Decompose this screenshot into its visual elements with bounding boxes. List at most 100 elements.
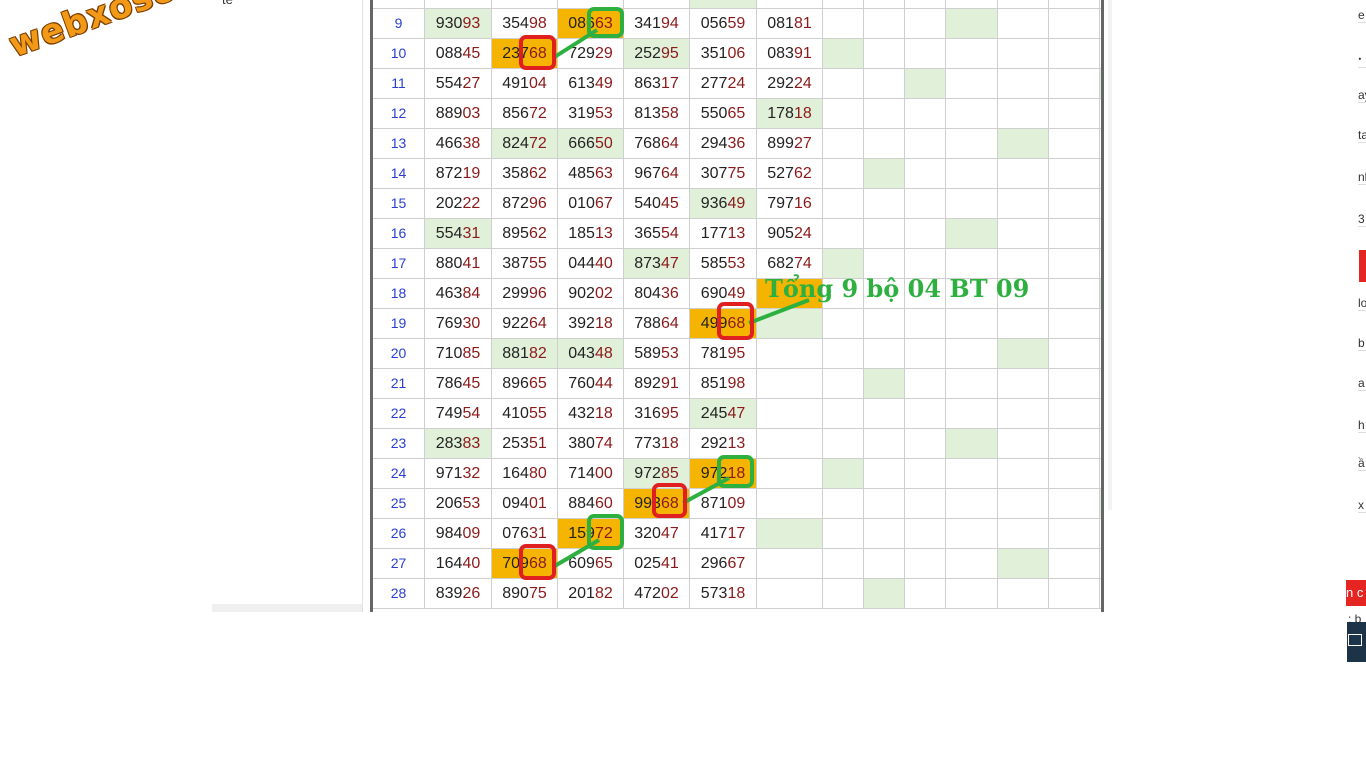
cell-prefix: 292 (700, 435, 728, 452)
result-cell: 72929 (558, 39, 624, 69)
marker-cell (864, 549, 905, 579)
cell-prefix: 872 (435, 165, 463, 182)
cell-tail-digits: 24 (793, 75, 812, 92)
red-tab[interactable] (1359, 250, 1366, 282)
cell-tail-digits: 68 (528, 45, 547, 62)
cell-prefix: 485 (568, 165, 595, 182)
sidebar-fragment[interactable]: ta (1358, 128, 1366, 143)
left-side-panel: té (212, 0, 363, 612)
sidebar-fragment[interactable]: nh (1358, 170, 1366, 185)
cell-prefix: 863 (634, 75, 661, 92)
row-index: 18 (373, 279, 425, 309)
sidebar-fragment[interactable]: 3 (1358, 212, 1366, 227)
cell-prefix: 984 (435, 525, 463, 542)
marker-cell (946, 69, 998, 99)
marker-cell (998, 0, 1049, 9)
row-index: 28 (373, 579, 425, 609)
marker-cell (998, 369, 1049, 399)
marker-cell (998, 189, 1049, 219)
result-cell: 87109 (690, 489, 757, 519)
result-cell (492, 0, 558, 9)
cell-prefix: 813 (634, 105, 661, 122)
cell-prefix: 589 (634, 345, 661, 362)
marker-cell (905, 9, 946, 39)
cell-prefix: 899 (767, 135, 794, 152)
row-index: 24 (373, 459, 425, 489)
cell-tail-digits: 38 (462, 135, 481, 152)
result-cell: 58953 (624, 339, 690, 369)
cell-tail-digits: 02 (660, 585, 679, 602)
marker-cell (998, 219, 1049, 249)
cell-prefix: 839 (435, 585, 463, 602)
cell-tail-digits: 72 (528, 135, 547, 152)
cell-tail-digits: 44 (594, 375, 613, 392)
result-cell: 88460 (558, 489, 624, 519)
marker-cell (1049, 0, 1100, 9)
cell-tail-digits: 45 (660, 195, 679, 212)
sidebar-fragment[interactable]: a (1358, 376, 1366, 391)
screen-share-button[interactable] (1347, 622, 1366, 662)
cell-tail-digits: 82 (528, 345, 547, 362)
marker-cell (905, 69, 946, 99)
marker-cell (1100, 129, 1101, 159)
result-cell: 46638 (425, 129, 492, 159)
cell-tail-digits: 06 (727, 45, 746, 62)
sidebar-fragment[interactable]: h (1358, 418, 1366, 433)
cell-prefix: 025 (634, 555, 661, 572)
marker-cell (823, 459, 864, 489)
sidebar-fragment[interactable]: ay (1358, 88, 1366, 103)
result-cell (757, 519, 823, 549)
marker-cell (946, 39, 998, 69)
cell-tail-digits: 63 (594, 15, 613, 32)
sidebar-fragment[interactable]: e (1358, 8, 1366, 23)
cell-tail-digits: 50 (594, 135, 613, 152)
sidebar-fragment[interactable]: ꞏ (1358, 50, 1366, 68)
marker-cell (864, 459, 905, 489)
cell-tail-digits: 58 (660, 105, 679, 122)
sidebar-fragment[interactable]: b (1358, 336, 1366, 351)
result-cell: 08663 (558, 9, 624, 39)
result-cell: 47202 (624, 579, 690, 609)
result-cell: 81358 (624, 99, 690, 129)
result-cell: 20182 (558, 579, 624, 609)
cell-tail-digits: 40 (462, 555, 481, 572)
red-banner[interactable]: n c (1346, 580, 1366, 606)
cell-prefix: 387 (502, 255, 529, 272)
cell-prefix: 354 (502, 15, 529, 32)
sidebar-fragment[interactable]: ầ (1358, 456, 1366, 471)
marker-cell (998, 519, 1049, 549)
result-cell: 54045 (624, 189, 690, 219)
cell-prefix: 294 (700, 135, 728, 152)
result-cell: 16440 (425, 549, 492, 579)
cell-tail-digits: 24 (793, 225, 812, 242)
marker-cell (1049, 249, 1100, 279)
cell-prefix: 550 (700, 105, 728, 122)
cell-prefix: 164 (435, 555, 463, 572)
result-cell: 29224 (757, 69, 823, 99)
marker-cell (864, 309, 905, 339)
row-index: 15 (373, 189, 425, 219)
result-cell (757, 309, 823, 339)
result-cell: 07631 (492, 519, 558, 549)
sidebar-fragment[interactable]: x (1358, 498, 1366, 513)
marker-cell (905, 219, 946, 249)
marker-cell (946, 129, 998, 159)
marker-cell (1049, 579, 1100, 609)
row-index: 14 (373, 159, 425, 189)
cell-tail-digits: 72 (528, 105, 547, 122)
result-cell: 04440 (558, 249, 624, 279)
result-cell: 97285 (624, 459, 690, 489)
marker-cell (1049, 99, 1100, 129)
marker-cell (905, 99, 946, 129)
cell-prefix: 749 (435, 405, 463, 422)
cell-prefix: 709 (502, 555, 529, 572)
cell-prefix: 351 (700, 45, 728, 62)
result-cell: 85198 (690, 369, 757, 399)
result-cell: 17713 (690, 219, 757, 249)
row-index: 26 (373, 519, 425, 549)
cell-prefix: 380 (568, 435, 595, 452)
cell-tail-digits: 47 (660, 525, 679, 542)
cell-tail-digits: 60 (594, 495, 613, 512)
sidebar-fragment[interactable]: lo (1358, 296, 1366, 311)
cell-tail-digits: 54 (660, 225, 679, 242)
